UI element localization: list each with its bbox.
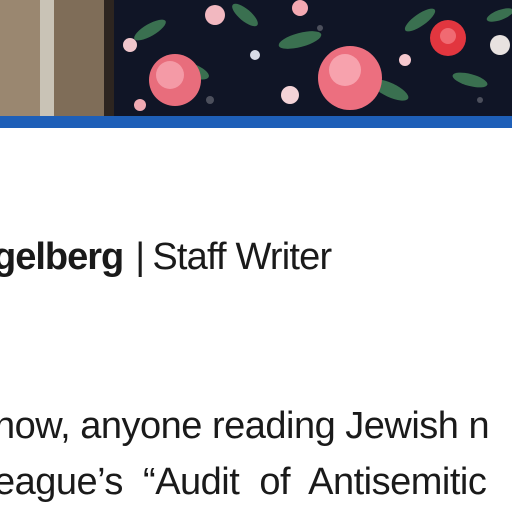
byline: gelberg | Staff Writer [0,236,332,278]
article-line: eague’s “Audit of Antisemitic [0,461,487,503]
author-role: Staff Writer [152,236,332,278]
floral-painting-image [0,0,512,116]
article-line: now, anyone reading Jewish n [0,405,490,447]
author-name[interactable]: gelberg [0,236,124,278]
hero-image [0,0,512,116]
accent-divider [0,116,512,128]
article-body: now, anyone reading Jewish n eague’s “Au… [0,398,512,510]
byline-separator: | [135,236,145,278]
page: gelberg | Staff Writer now, anyone reading… [0,0,512,512]
